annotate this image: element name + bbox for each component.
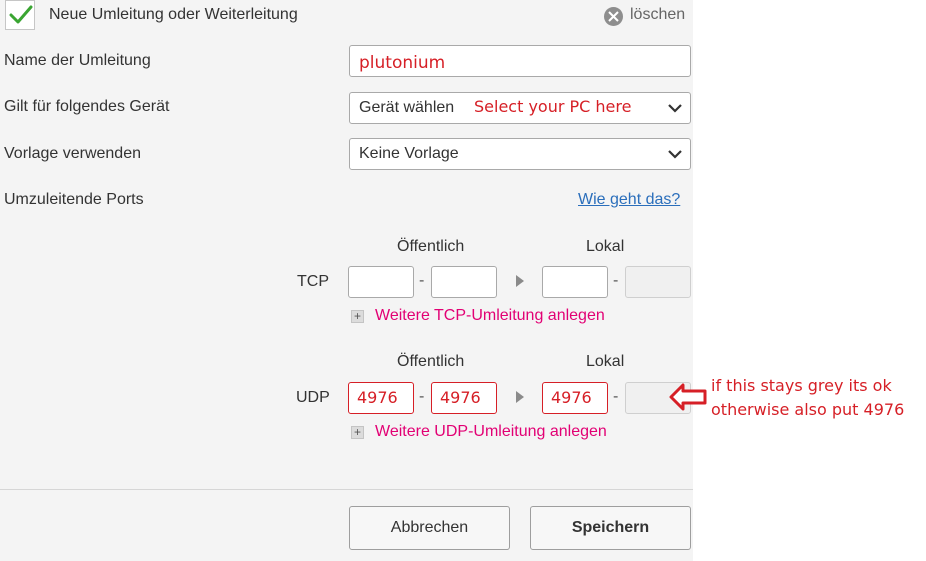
chevron-down-icon (668, 150, 682, 159)
save-button[interactable]: Speichern (530, 506, 691, 550)
udp-public-dash: - (419, 388, 425, 405)
device-select[interactable]: Gerät wählen Select your PC here (349, 92, 691, 124)
tcp-public-dash: - (419, 272, 425, 289)
udp-note-line1: if this stays grey its ok (711, 376, 892, 395)
ports-label: Umzuleitende Ports (4, 191, 144, 208)
udp-public-header: Öffentlich (397, 353, 465, 370)
tcp-public-from-input[interactable] (348, 266, 414, 298)
udp-local-dash: - (613, 388, 619, 405)
tcp-local-from-input[interactable] (542, 266, 608, 298)
udp-label: UDP (296, 389, 330, 406)
annotation-arrow-icon (669, 383, 707, 411)
device-label: Gilt für folgendes Gerät (4, 98, 170, 115)
udp-public-to-input[interactable]: 4976 (431, 382, 497, 414)
tcp-label: TCP (297, 273, 329, 290)
tcp-public-header: Öffentlich (397, 238, 465, 255)
plus-icon[interactable]: + (351, 310, 364, 323)
udp-public-from-input[interactable]: 4976 (348, 382, 414, 414)
plus-icon[interactable]: + (351, 426, 364, 439)
udp-note-annotation: if this stays grey its ok otherwise also… (711, 374, 904, 422)
help-link[interactable]: Wie geht das? (578, 191, 680, 209)
name-input-value: plutonium (359, 53, 446, 73)
port-forwarding-panel: Neue Umleitung oder Weiterleitung lösche… (0, 0, 693, 561)
chevron-down-icon (668, 104, 682, 113)
enable-checkbox[interactable] (5, 0, 35, 30)
udp-public-to-value: 4976 (440, 388, 481, 407)
udp-note-line2: otherwise also put 4976 (711, 400, 905, 419)
udp-local-header: Lokal (586, 353, 625, 370)
delete-icon[interactable] (604, 7, 623, 26)
udp-local-from-value: 4976 (551, 388, 592, 407)
tcp-public-to-input[interactable] (431, 266, 497, 298)
add-tcp-link[interactable]: Weitere TCP-Umleitung anlegen (375, 307, 605, 325)
add-udp-link[interactable]: Weitere UDP-Umleitung anlegen (375, 423, 607, 441)
tcp-local-header: Lokal (586, 238, 625, 255)
arrow-right-icon (516, 391, 524, 403)
cancel-button[interactable]: Abbrechen (349, 506, 510, 550)
device-hint-annotation: Select your PC here (474, 97, 632, 116)
arrow-right-icon (516, 275, 524, 287)
delete-button[interactable]: löschen (630, 6, 685, 24)
udp-public-from-value: 4976 (357, 388, 398, 407)
udp-local-from-input[interactable]: 4976 (542, 382, 608, 414)
template-select-value: Keine Vorlage (359, 145, 459, 162)
template-label: Vorlage verwenden (4, 145, 141, 162)
dialog-title: Neue Umleitung oder Weiterleitung (49, 6, 298, 23)
tcp-local-dash: - (613, 272, 619, 289)
checkmark-icon (9, 5, 33, 24)
tcp-local-to-input (625, 266, 691, 298)
name-label: Name der Umleitung (4, 52, 151, 69)
device-select-value: Gerät wählen (359, 99, 455, 116)
name-input[interactable]: plutonium (349, 45, 691, 77)
footer-divider (0, 489, 693, 490)
template-select[interactable]: Keine Vorlage (349, 138, 691, 170)
